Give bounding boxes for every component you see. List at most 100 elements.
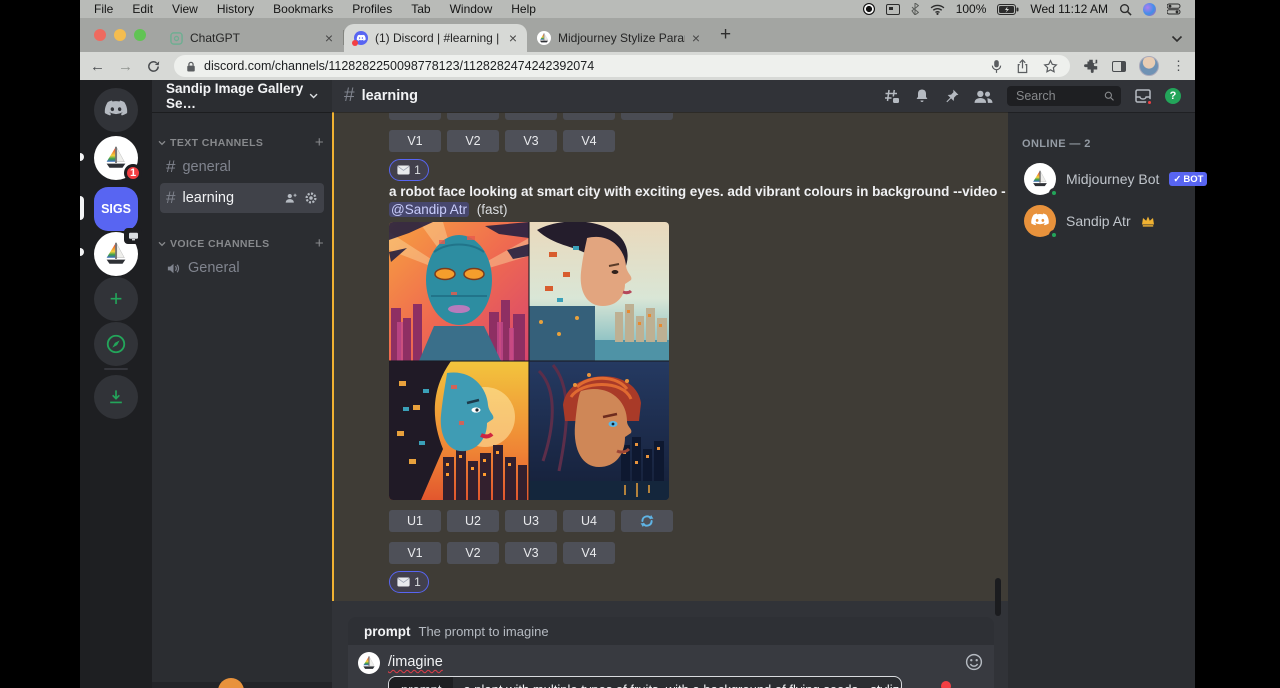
menu-item-help[interactable]: Help [511, 2, 536, 16]
prompt-option-field[interactable]: prompt a plant with multiple types of fr… [388, 676, 902, 688]
tab-midjourney[interactable]: Midjourney Stylize Parameter × [527, 24, 710, 52]
wifi-icon[interactable] [930, 4, 945, 15]
discord-home-button[interactable] [94, 88, 138, 132]
browser-menu-icon[interactable]: ⋮ [1172, 58, 1185, 74]
inbox-button[interactable] [1135, 88, 1151, 104]
voice-channels-section[interactable]: VOICE CHANNELS + [152, 235, 332, 252]
forward-button[interactable]: → [118, 59, 133, 74]
bluetooth-icon[interactable] [911, 3, 919, 15]
message-composer[interactable]: /imagine prompt a plant with multiple ty… [348, 645, 994, 688]
notifications-bell-icon[interactable] [914, 88, 930, 104]
channel-sidebar: Sandip Image Gallery Se… TEXT CHANNELS +… [152, 80, 332, 688]
u1-button[interactable]: U1 [389, 510, 441, 532]
member-list-icon[interactable] [974, 89, 993, 104]
server-sailboat-2[interactable] [94, 232, 138, 276]
slash-command-text[interactable]: /imagine [388, 654, 443, 670]
server-header[interactable]: Sandip Image Gallery Se… [152, 80, 332, 112]
screen-record-icon[interactable] [863, 3, 875, 15]
v1-button[interactable]: V1 [389, 542, 441, 564]
menu-item-edit[interactable]: Edit [132, 2, 153, 16]
voice-search-icon[interactable] [991, 59, 1002, 74]
server-sailboat-1[interactable]: 1 [94, 136, 138, 180]
channel-general[interactable]: # general [160, 152, 324, 182]
profile-avatar[interactable] [1139, 56, 1159, 76]
explore-servers-button[interactable] [94, 322, 138, 366]
menu-item-profiles[interactable]: Profiles [352, 2, 392, 16]
battery-icon[interactable] [997, 4, 1019, 15]
tab-close-button[interactable]: × [325, 31, 333, 45]
menubar-clock[interactable]: Wed 11:12 AM [1030, 2, 1108, 16]
v2-button[interactable]: V2 [447, 130, 499, 152]
tab-discord-active[interactable]: (1) Discord | #learning | Sandi × [344, 24, 527, 52]
chat-scrollbar-thumb[interactable] [995, 578, 1001, 616]
add-server-button[interactable]: + [94, 277, 138, 321]
envelope-reaction[interactable]: 1 [389, 571, 429, 593]
search-box[interactable] [1007, 86, 1121, 106]
help-button[interactable]: ? [1165, 88, 1181, 104]
tab-title: Midjourney Stylize Parameter [558, 31, 685, 45]
threads-icon[interactable] [883, 88, 900, 104]
v2-button[interactable]: V2 [447, 542, 499, 564]
online-status-dot [1049, 188, 1059, 198]
tab-search-chevron-icon[interactable] [1171, 35, 1183, 43]
new-tab-button[interactable]: + [720, 24, 731, 46]
siri-icon[interactable] [1143, 3, 1156, 16]
channel-settings-gear-icon[interactable] [304, 191, 318, 205]
menu-item-history[interactable]: History [217, 2, 254, 16]
midjourney-bot-avatar [1024, 163, 1056, 195]
macos-screen: Chrome File Edit View History Bookmarks … [80, 0, 1195, 688]
emoji-picker-button[interactable] [965, 653, 983, 676]
side-panel-icon[interactable] [1112, 61, 1126, 72]
fullscreen-window-button[interactable] [134, 29, 146, 41]
search-input[interactable] [1014, 88, 1100, 104]
v3-button[interactable]: V3 [505, 130, 557, 152]
reroll-button[interactable] [621, 510, 673, 532]
capture-tool-icon[interactable] [886, 4, 900, 15]
menu-item-file[interactable]: File [94, 2, 113, 16]
text-channels-section[interactable]: TEXT CHANNELS + [152, 134, 332, 151]
user-mention[interactable]: @Sandip Atr [389, 202, 469, 217]
content-body: V1 V2 V3 V4 1 a robot face looking at sm… [332, 112, 1195, 688]
server-sigs-active[interactable]: SIGS [94, 187, 138, 231]
extensions-puzzle-icon[interactable] [1083, 58, 1099, 74]
menu-item-window[interactable]: Window [450, 2, 493, 16]
tab-notification-dot [352, 40, 358, 46]
v4-button[interactable]: V4 [563, 542, 615, 564]
tab-close-button[interactable]: × [692, 31, 700, 45]
envelope-reaction[interactable]: 1 [389, 159, 429, 181]
voice-channel-general[interactable]: General [160, 253, 324, 283]
member-row-sandip-atr[interactable]: Sandip Atr [1016, 200, 1187, 242]
create-channel-button[interactable]: + [315, 235, 324, 252]
command-option-popup[interactable]: prompt The prompt to imagine [348, 617, 994, 645]
pinned-messages-icon[interactable] [944, 88, 960, 104]
v1-button[interactable]: V1 [389, 130, 441, 152]
generated-image-grid[interactable] [389, 222, 669, 500]
reload-button[interactable] [146, 59, 161, 74]
v3-button[interactable]: V3 [505, 542, 557, 564]
create-channel-button[interactable]: + [315, 134, 324, 151]
v4-button[interactable]: V4 [563, 130, 615, 152]
user-avatar[interactable] [218, 678, 244, 688]
spotlight-search-icon[interactable] [1119, 3, 1132, 16]
share-icon[interactable] [1016, 59, 1029, 74]
channel-learning-active[interactable]: # learning [160, 183, 324, 213]
invite-people-icon[interactable] [284, 192, 298, 205]
address-bar[interactable]: discord.com/channels/1128282250098778123… [174, 55, 1070, 77]
lock-icon[interactable] [186, 60, 196, 73]
u4-button[interactable]: U4 [563, 510, 615, 532]
menu-item-bookmarks[interactable]: Bookmarks [273, 2, 333, 16]
close-window-button[interactable] [94, 29, 106, 41]
download-apps-button[interactable] [94, 375, 138, 419]
u2-button[interactable]: U2 [447, 510, 499, 532]
menu-item-view[interactable]: View [172, 2, 198, 16]
option-field-value[interactable]: a plant with multiple types of fruits, w… [453, 677, 902, 688]
control-center-icon[interactable] [1167, 3, 1181, 15]
tab-close-button[interactable]: × [509, 31, 517, 45]
tab-chatgpt[interactable]: ChatGPT × [160, 24, 343, 52]
bookmark-star-icon[interactable] [1043, 59, 1058, 74]
minimize-window-button[interactable] [114, 29, 126, 41]
member-row-midjourney-bot[interactable]: Midjourney Bot ✓ BOT [1016, 158, 1187, 200]
u3-button[interactable]: U3 [505, 510, 557, 532]
back-button[interactable]: ← [90, 59, 105, 74]
menu-item-tab[interactable]: Tab [411, 2, 430, 16]
